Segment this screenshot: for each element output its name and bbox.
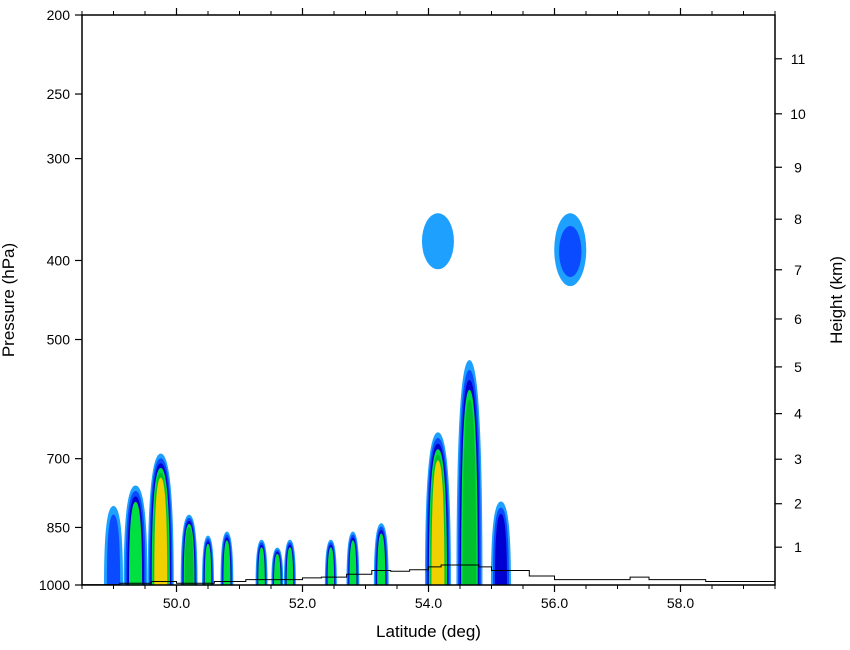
cloud-feature <box>456 360 483 585</box>
x-tick-label: 56.0 <box>541 595 568 611</box>
x-tick-label: 58.0 <box>667 595 694 611</box>
y-right-tick-label: 1 <box>794 539 802 555</box>
y-right-tick-label: 6 <box>794 311 802 327</box>
y-right-tick-label: 11 <box>791 51 806 67</box>
y-tick-label: 400 <box>47 252 71 268</box>
cloud-feature <box>255 539 268 585</box>
cloud-feature <box>202 535 214 585</box>
y-right-tick-label: 8 <box>794 211 802 227</box>
y-right-axis-title: Height (km) <box>827 256 846 344</box>
cloud-feature <box>283 539 296 585</box>
cloud-feature <box>147 453 174 585</box>
x-tick-label: 52.0 <box>289 595 316 611</box>
y-right-tick-label: 10 <box>790 106 806 122</box>
chart: 50.0 52.0 54.0 56.0 58.020025030040050070085… <box>0 7 846 641</box>
cloud-feature <box>180 514 198 585</box>
plot-fills <box>104 213 587 585</box>
cloud-feature <box>220 531 234 585</box>
y-right-tick-label: 2 <box>794 496 802 512</box>
cloud-level-2 <box>559 226 582 277</box>
cloud-level-1 <box>421 213 454 270</box>
cloud-feature <box>324 539 337 585</box>
y-axis-title: Pressure (hPa) <box>0 243 18 357</box>
y-tick-label: 1000 <box>39 577 70 593</box>
y-tick-label: 500 <box>47 332 71 348</box>
y-right-tick-label: 7 <box>794 262 802 278</box>
cloud-feature <box>421 213 454 270</box>
cloud-feature <box>373 523 389 585</box>
cloud-feature <box>104 505 123 585</box>
cloud-feature <box>424 432 451 585</box>
cloud-feature <box>346 531 360 585</box>
y-right-tick-label: 3 <box>794 451 802 467</box>
y-right-tick-label: 5 <box>794 359 802 375</box>
cloud-feature <box>554 213 587 287</box>
x-tick-label: 50.0 <box>163 595 190 611</box>
y-tick-label: 300 <box>47 151 71 167</box>
y-tick-label: 700 <box>47 451 71 467</box>
cloud-feature <box>490 501 511 585</box>
cloud-feature <box>123 485 148 585</box>
y-right-tick-label: 9 <box>794 159 802 175</box>
y-right-tick-label: 4 <box>794 406 802 422</box>
y-tick-label: 250 <box>47 86 71 102</box>
x-axis-title: Latitude (deg) <box>376 622 481 641</box>
y-tick-label: 850 <box>47 519 71 535</box>
y-tick-label: 200 <box>47 7 71 23</box>
x-tick-label: 54.0 <box>415 595 442 611</box>
